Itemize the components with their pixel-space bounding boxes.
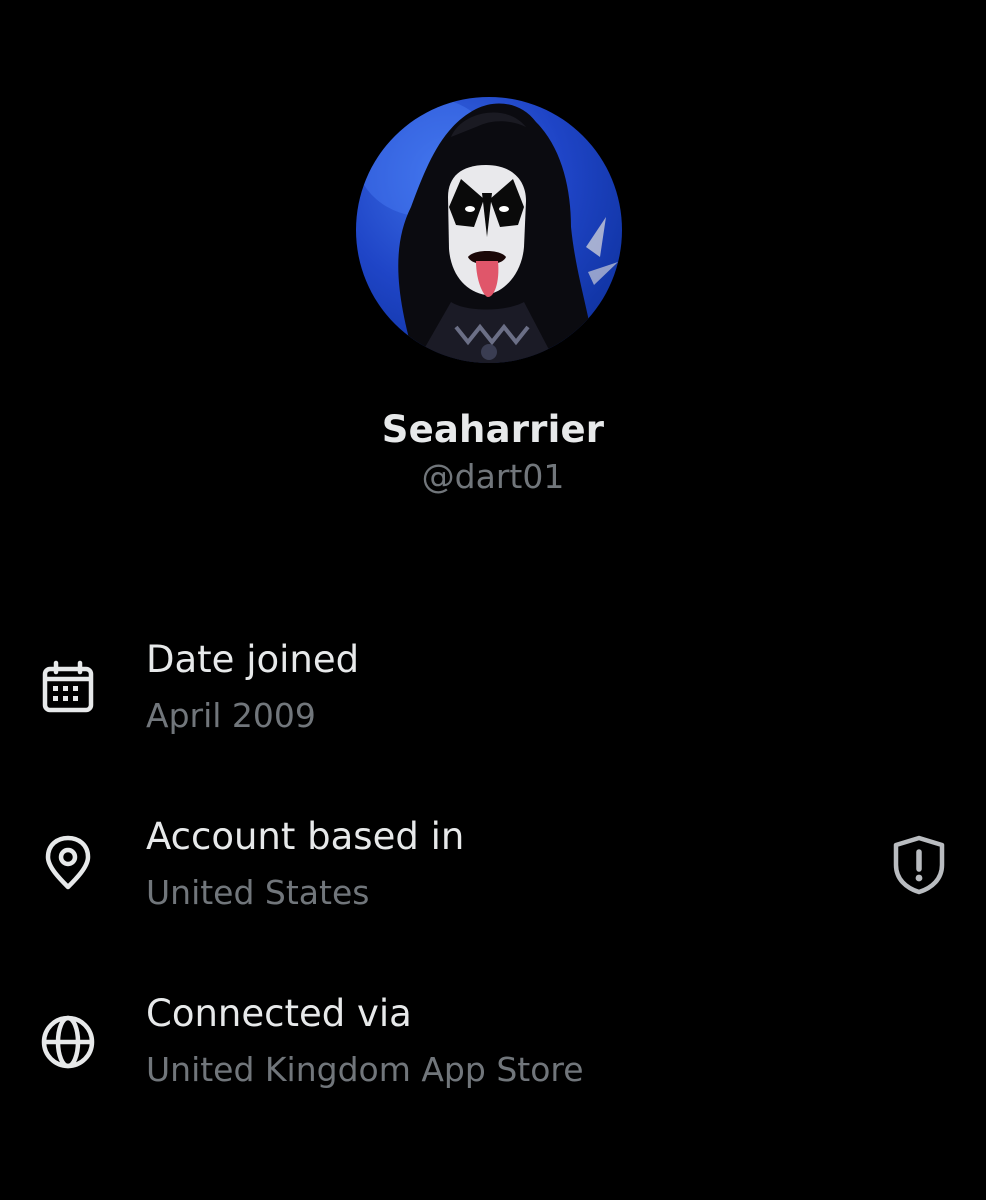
account-location-row: Account based in United States [0,815,986,935]
user-handle: @dart01 [421,457,565,496]
connected-via-row: Connected via United Kingdom App Store [0,992,986,1112]
account-location-value: United States [146,873,370,912]
shield-alert-icon[interactable] [890,835,948,895]
connected-via-value: United Kingdom App Store [146,1050,584,1089]
calendar-icon [42,660,94,713]
date-joined-label: Date joined [146,638,360,681]
connected-via-label: Connected via [146,992,412,1035]
account-location-label: Account based in [146,815,465,858]
avatar-image [356,97,618,363]
date-joined-value: April 2009 [146,696,316,735]
display-name: Seaharrier [381,408,605,451]
avatar[interactable] [356,97,622,363]
date-joined-row: Date joined April 2009 [0,638,986,758]
globe-icon [41,1015,95,1069]
location-pin-icon [45,835,91,890]
